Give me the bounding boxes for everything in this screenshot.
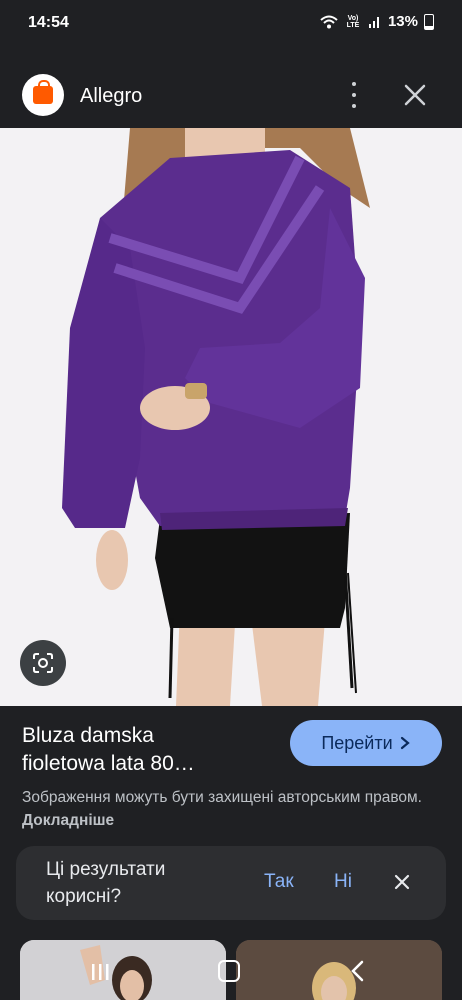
battery-percent: 13% [387,13,418,30]
goto-button[interactable]: Перейти [290,720,442,766]
feedback-yes-button[interactable]: Так [264,871,294,893]
feedback-card: Ці результати корисні? Так Ні [16,846,446,920]
network-label: Vo) LTE [346,14,360,29]
result-info: Bluza damska fioletowa lata 80… Перейти … [0,706,462,846]
battery-icon [424,13,434,30]
recent-apps-icon[interactable] [90,962,110,982]
sweater-photo [0,128,462,706]
chevron-right-icon [400,736,410,750]
more-vert-icon[interactable] [344,82,364,108]
app-header: Allegro [0,62,462,128]
feedback-no-button[interactable]: Ні [334,871,352,893]
back-icon[interactable] [350,960,366,982]
close-icon[interactable] [393,873,411,891]
close-icon[interactable] [402,82,428,108]
system-nav-bar [0,944,462,1000]
copyright-text: Зображення можуть бути захищені авторськ… [22,789,422,806]
title-line-1: Bluza damska [22,724,154,747]
feedback-question: Ці результати корисні? [46,859,166,907]
result-title[interactable]: Bluza damska fioletowa lata 80… [22,722,272,778]
wifi-icon [320,15,338,28]
site-name[interactable]: Allegro [80,85,142,108]
google-lens-button[interactable] [20,640,66,686]
copyright-notice: Зображення можуть бути захищені авторськ… [22,786,442,832]
status-icons: Vo) LTE 13% [320,13,434,30]
allegro-logo[interactable] [22,74,64,116]
learn-more-link[interactable]: Докладніше [22,812,114,829]
signal-icon [368,16,379,28]
allegro-bag-icon [33,80,53,104]
home-icon[interactable] [218,960,240,982]
product-image[interactable] [0,128,462,706]
goto-label: Перейти [321,732,393,753]
title-line-2: fioletowa lata 80… [22,752,195,775]
status-time: 14:54 [28,14,69,31]
status-bar: 14:54 Vo) LTE 13% [0,0,462,50]
google-lens-icon [33,653,53,673]
